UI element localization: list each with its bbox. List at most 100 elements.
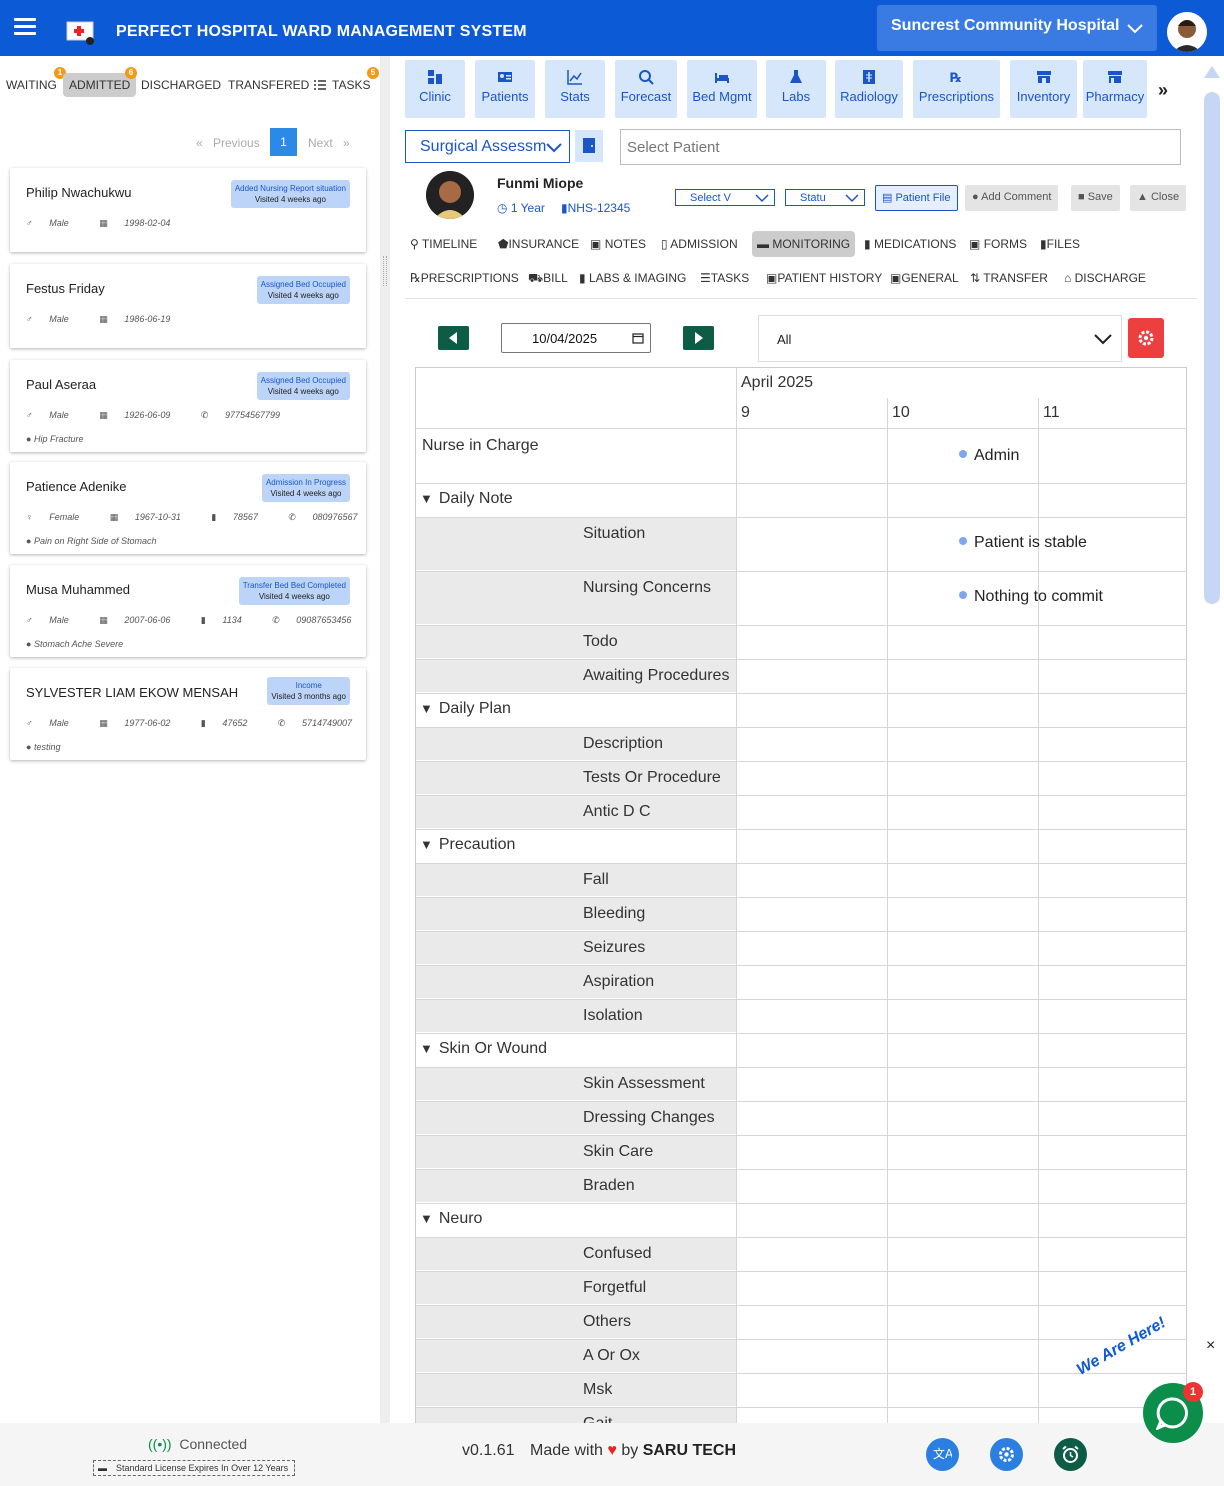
form-type-select[interactable]: Surgical Assessment: [405, 130, 570, 163]
calendar-row: Isolation: [416, 1000, 736, 1033]
tab-waiting[interactable]: WAITING: [6, 78, 57, 92]
pager-next[interactable]: Next: [308, 136, 333, 150]
tab-monitoring[interactable]: ▬ MONITORING: [752, 231, 856, 257]
module-inventory[interactable]: Inventory: [1010, 60, 1077, 118]
module-clinic[interactable]: Clinic: [405, 60, 465, 118]
tab-transfered[interactable]: TRANSFERED: [228, 78, 309, 92]
vertical-scrollbar[interactable]: [1202, 60, 1222, 1423]
settings-button[interactable]: [1128, 318, 1164, 358]
tab-general[interactable]: ▣GENERAL: [890, 271, 959, 285]
pager-previous[interactable]: Previous: [213, 136, 260, 150]
patient-card[interactable]: Musa Muhammed Transfer Bed Bed Completed…: [10, 565, 366, 657]
save-button[interactable]: ■ Save: [1071, 185, 1120, 211]
tab-transfer[interactable]: ⇅ TRANSFER: [970, 271, 1048, 285]
date-input[interactable]: 10/04/2025: [501, 323, 651, 353]
module-stats[interactable]: Stats: [545, 60, 605, 118]
license-badge: ▬ Standard License Expires In Over 12 Yea…: [93, 1460, 296, 1476]
module-forecast[interactable]: Forecast: [615, 60, 677, 118]
tab-tasks[interactable]: ☰TASKS: [700, 271, 749, 285]
tab-bill[interactable]: ⛟BILL: [528, 271, 568, 287]
calendar-row: Skin Assessment: [416, 1068, 736, 1101]
tab-labs-imaging[interactable]: ▮ LABS & IMAGING: [579, 271, 686, 285]
patient-card[interactable]: Philip Nwachukwu Added Nursing Report si…: [10, 168, 366, 252]
scroll-up-icon[interactable]: [1204, 66, 1220, 78]
day-header: 10: [892, 404, 910, 421]
settings-footer-button[interactable]: [990, 1438, 1023, 1471]
rx-icon: ℞: [950, 71, 962, 85]
filter-select[interactable]: All: [758, 315, 1122, 362]
calendar-row: Dressing Changes: [416, 1102, 736, 1135]
patient-name: Paul Aseraa: [26, 377, 97, 392]
alarm-button[interactable]: [1054, 1438, 1087, 1471]
group-label: Neuro: [438, 1210, 483, 1227]
day-column-line: [736, 368, 737, 1423]
group-header[interactable]: ▼ Daily Note: [420, 490, 513, 508]
tab-notes[interactable]: ▣ NOTES: [590, 237, 646, 251]
patient-card[interactable]: Patience Adenike Admission In Progress V…: [10, 462, 366, 554]
tab-patient-history[interactable]: ▣PATIENT HISTORY: [766, 271, 882, 285]
connection-status: ((•)) Connected: [148, 1436, 247, 1452]
next-date-button[interactable]: [683, 326, 714, 350]
door-icon: [583, 138, 595, 153]
tab-insurance[interactable]: ⬟INSURANCE: [498, 237, 579, 251]
add-comment-button[interactable]: ● Add Comment: [965, 185, 1059, 211]
module-pharmacy[interactable]: Pharmacy: [1083, 60, 1147, 118]
tab-tasks[interactable]: TASKS: [332, 78, 370, 92]
patient-card[interactable]: Festus Friday Assigned Bed Occupied Visi…: [10, 264, 366, 348]
calendar-event[interactable]: Patient is stable: [959, 534, 1087, 552]
pager-current-page[interactable]: 1: [270, 128, 297, 156]
door-button[interactable]: [575, 130, 603, 162]
group-label: Daily Plan: [438, 700, 511, 717]
more-modules-icon[interactable]: »: [1158, 80, 1168, 101]
group-header[interactable]: ▼ Skin Or Wound: [420, 1040, 547, 1058]
patient-note: ● Hip Fracture: [26, 434, 83, 444]
module-bed-mgmt[interactable]: Bed Mgmt: [687, 60, 757, 118]
row-label: Nursing Concerns: [583, 579, 712, 596]
tab-admission[interactable]: ▯ ADMISSION: [661, 237, 738, 251]
menu-icon[interactable]: [14, 18, 36, 36]
panel-splitter[interactable]: [380, 56, 390, 1423]
drag-handle-icon[interactable]: [383, 256, 387, 286]
patient-file-button[interactable]: ▤ Patient File: [875, 185, 958, 211]
select-status-value: Statu: [800, 192, 826, 204]
status-text: Transfer Bed Bed Completed: [242, 581, 346, 590]
lock-icon: ▲: [1137, 191, 1148, 203]
tab-discharged[interactable]: DISCHARGED: [141, 78, 221, 92]
tab-forms[interactable]: ▣ FORMS: [969, 237, 1027, 251]
select-visit[interactable]: Select V: [675, 189, 775, 206]
calendar-row: Skin Care: [416, 1136, 736, 1169]
tasks-list-icon: [314, 80, 326, 90]
row-label: Todo: [583, 633, 618, 650]
module-prescriptions[interactable]: ℞ Prescriptions: [913, 60, 1000, 118]
group-header[interactable]: ▼ Neuro: [420, 1210, 482, 1228]
module-radiology[interactable]: Radiology: [835, 60, 903, 118]
tab-files[interactable]: ▮FILES: [1040, 237, 1080, 251]
group-header[interactable]: ▼ Daily Plan: [420, 700, 511, 718]
calendar-event[interactable]: Admin: [959, 447, 1019, 465]
tab-discharge[interactable]: ⌂ DISCHARGE: [1064, 271, 1146, 285]
patient-card[interactable]: SYLVESTER LIAM EKOW MENSAH Income Visite…: [10, 668, 366, 760]
calendar-row: Msk: [416, 1374, 736, 1407]
patient-select[interactable]: Select Patient: [620, 129, 1181, 165]
status-text: Added Nursing Report situation: [234, 184, 346, 193]
user-avatar[interactable]: [1167, 12, 1207, 52]
id-card-icon: [498, 72, 512, 82]
tab-medications[interactable]: ▮ MEDICATIONS: [864, 237, 956, 251]
history-icon: ▣: [766, 271, 778, 285]
patient-card[interactable]: Paul Aseraa Assigned Bed Occupied Visite…: [10, 360, 366, 452]
module-labs[interactable]: Labs: [766, 60, 826, 118]
hospital-select[interactable]: Suncrest Community Hospital: [877, 5, 1157, 51]
close-button[interactable]: ▲ Close: [1130, 185, 1187, 211]
group-header[interactable]: ▼ Precaution: [420, 836, 515, 854]
prev-date-button[interactable]: [438, 326, 469, 350]
tab-timeline[interactable]: ⚲ TIMELINE: [410, 237, 477, 251]
select-status[interactable]: Statu: [785, 189, 865, 206]
tab-prescriptions[interactable]: ℞PRESCRIPTIONS: [410, 271, 519, 285]
module-patients[interactable]: Patients: [475, 60, 535, 118]
bed-icon: ▬: [757, 237, 769, 251]
calendar-event[interactable]: Nothing to commit: [959, 588, 1103, 606]
scroll-thumb[interactable]: [1204, 92, 1220, 604]
admitted-count-badge: 6: [125, 67, 137, 79]
translate-button[interactable]: 文A: [926, 1438, 959, 1471]
close-icon[interactable]: ×: [1206, 1337, 1215, 1355]
